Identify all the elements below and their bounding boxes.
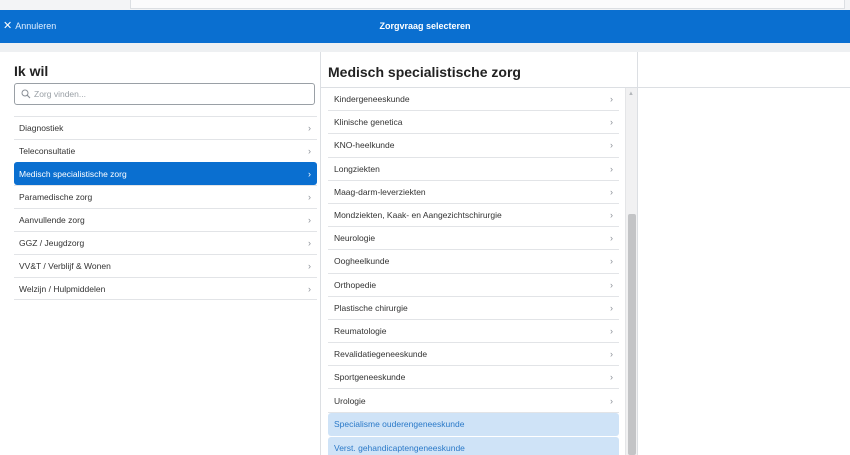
chevron-right-icon: › bbox=[610, 140, 613, 151]
specialism-item-label: KNO-heelkunde bbox=[334, 140, 395, 151]
chevron-right-icon: › bbox=[610, 117, 613, 128]
specialism-item-longziekten[interactable]: Longziekten › bbox=[328, 158, 619, 181]
specialism-item-orthopedie[interactable]: Orthopedie › bbox=[328, 274, 619, 297]
specialism-item-label: Verst. gehandicaptengeneeskunde bbox=[334, 443, 465, 454]
specialism-item-label: Mondziekten, Kaak- en Aangezichtschirurg… bbox=[334, 210, 502, 221]
specialism-item-klinische-genetica[interactable]: Klinische genetica › bbox=[328, 111, 619, 135]
chevron-right-icon: › bbox=[308, 283, 311, 294]
left-panel-heading: Ik wil bbox=[14, 63, 49, 79]
specialism-list: Kindergeneeskunde › Klinische genetica › KNO… bbox=[328, 88, 619, 455]
specialism-item-label: Neurologie bbox=[334, 233, 376, 244]
category-item-ggz-jeugdzorg[interactable]: GGZ / Jeugdzorg › bbox=[14, 231, 317, 254]
category-item-label: Diagnostiek bbox=[19, 123, 64, 133]
specialism-item-label: Specialisme ouderengeneeskunde bbox=[334, 419, 465, 430]
chevron-right-icon: › bbox=[610, 302, 613, 313]
search-icon bbox=[21, 89, 31, 99]
specialism-item-label: Maag-darm-leverziekten bbox=[334, 186, 426, 197]
specialism-item-verst-gehandicaptengeneeskunde[interactable]: Verst. gehandicaptengeneeskunde bbox=[328, 436, 619, 455]
specialism-item-kindergeneeskunde[interactable]: Kindergeneeskunde › bbox=[328, 88, 619, 112]
specialism-item-label: Kindergeneeskunde bbox=[334, 94, 410, 105]
specialism-item-plastische-chirurgie[interactable]: Plastische chirurgie › bbox=[328, 297, 619, 320]
specialism-item-label: Reumatologie bbox=[334, 325, 387, 336]
chevron-right-icon: › bbox=[610, 325, 613, 336]
specialism-item-label: Longziekten bbox=[334, 163, 380, 174]
specialism-item-revalidatiegeneeskunde[interactable]: Revalidatiegeneeskunde › bbox=[328, 343, 619, 367]
chevron-right-icon: › bbox=[610, 233, 613, 244]
specialism-item-label: Sportgeneeskunde bbox=[334, 372, 406, 383]
chevron-right-icon: › bbox=[610, 279, 613, 290]
specialism-item-label: Klinische genetica bbox=[334, 117, 403, 128]
category-item-aanvullende-zorg[interactable]: Aanvullende zorg › bbox=[14, 208, 317, 231]
specialism-item-mondziekten-kaak-en-aangezichtschirurgie[interactable]: Mondziekten, Kaak- en Aangezichtschirurg… bbox=[328, 204, 619, 228]
chevron-right-icon: › bbox=[610, 395, 613, 406]
left-panel: Ik wil Diagnostiek›Teleconsultatie›Medis… bbox=[8, 52, 317, 455]
category-item-label: Aanvullende zorg bbox=[19, 215, 85, 225]
search-input[interactable] bbox=[34, 89, 294, 99]
specialism-item-maag-darm-leverziekten[interactable]: Maag-darm-leverziekten › bbox=[328, 181, 619, 204]
category-item-label: Teleconsultatie bbox=[19, 146, 76, 156]
specialism-item-oogheelkunde[interactable]: Oogheelkunde › bbox=[328, 250, 619, 274]
category-item-label: GGZ / Jeugdzorg bbox=[19, 238, 85, 248]
chevron-right-icon: › bbox=[610, 94, 613, 105]
chevron-right-icon: › bbox=[308, 192, 311, 202]
category-item-teleconsultatie[interactable]: Teleconsultatie › bbox=[14, 139, 317, 162]
specialism-item-neurologie[interactable]: Neurologie › bbox=[328, 227, 619, 251]
page-title: Zorgvraag selecteren bbox=[379, 21, 471, 31]
specialism-item-label: Revalidatiegeneeskunde bbox=[334, 349, 428, 360]
specialism-item-label: Orthopedie bbox=[334, 279, 377, 290]
chevron-right-icon: › bbox=[308, 123, 311, 133]
search-box bbox=[14, 83, 315, 105]
category-item-label: Medisch specialistische zorg bbox=[19, 169, 127, 179]
chevron-right-icon: › bbox=[610, 186, 613, 197]
chevron-right-icon: › bbox=[308, 146, 311, 156]
middle-panel: Medisch specialistische zorg Kindergenee… bbox=[321, 52, 637, 455]
divider bbox=[638, 87, 850, 88]
browser-top-strip bbox=[0, 0, 850, 10]
specialism-item-kno-heelkunde[interactable]: KNO-heelkunde › bbox=[328, 134, 619, 158]
category-item-medisch-specialistische-zorg[interactable]: Medisch specialistische zorg › bbox=[14, 162, 317, 185]
scrollbar[interactable]: ▲ bbox=[625, 88, 637, 455]
chevron-right-icon: › bbox=[308, 215, 311, 225]
specialism-item-reumatologie[interactable]: Reumatologie › bbox=[328, 320, 619, 344]
scrollbar-thumb[interactable] bbox=[628, 214, 636, 455]
chevron-right-icon: › bbox=[610, 256, 613, 267]
right-panel bbox=[638, 52, 850, 455]
specialism-item-sportgeneeskunde[interactable]: Sportgeneeskunde › bbox=[328, 366, 619, 390]
category-item-label: Paramedische zorg bbox=[19, 192, 93, 202]
category-item-label: Welzijn / Hulpmiddelen bbox=[19, 283, 106, 294]
category-item-diagnostiek[interactable]: Diagnostiek › bbox=[14, 116, 317, 139]
chevron-right-icon: › bbox=[308, 169, 311, 179]
chevron-right-icon: › bbox=[308, 261, 311, 271]
middle-panel-heading: Medisch specialistische zorg bbox=[328, 64, 521, 80]
top-bar: ✕ Annuleren Zorgvraag selecteren bbox=[0, 10, 850, 43]
category-item-welzijn-hulpmiddelen[interactable]: Welzijn / Hulpmiddelen › bbox=[14, 277, 317, 300]
chevron-right-icon: › bbox=[308, 238, 311, 248]
header-spacer-band bbox=[0, 43, 850, 52]
scroll-up-arrow-icon[interactable]: ▲ bbox=[628, 91, 634, 97]
specialism-item-specialisme-ouderengeneeskunde[interactable]: Specialisme ouderengeneeskunde bbox=[328, 412, 619, 436]
specialism-item-urologie[interactable]: Urologie › bbox=[328, 389, 619, 413]
specialism-item-label: Plastische chirurgie bbox=[334, 302, 408, 313]
address-bar-frame bbox=[130, 0, 845, 9]
specialism-item-label: Urologie bbox=[334, 395, 366, 406]
category-item-paramedische-zorg[interactable]: Paramedische zorg › bbox=[14, 185, 317, 208]
chevron-right-icon: › bbox=[610, 210, 613, 221]
category-list: Diagnostiek › Teleconsultatie › Medisch spec… bbox=[14, 116, 317, 300]
specialism-item-label: Oogheelkunde bbox=[334, 256, 390, 267]
chevron-right-icon: › bbox=[610, 349, 613, 360]
category-item-vv-t-verblijf-wonen[interactable]: VV&T / Verblijf & Wonen › bbox=[14, 254, 317, 277]
chevron-right-icon: › bbox=[610, 163, 613, 174]
category-item-label: VV&T / Verblijf & Wonen bbox=[19, 261, 111, 271]
chevron-right-icon: › bbox=[610, 372, 613, 383]
